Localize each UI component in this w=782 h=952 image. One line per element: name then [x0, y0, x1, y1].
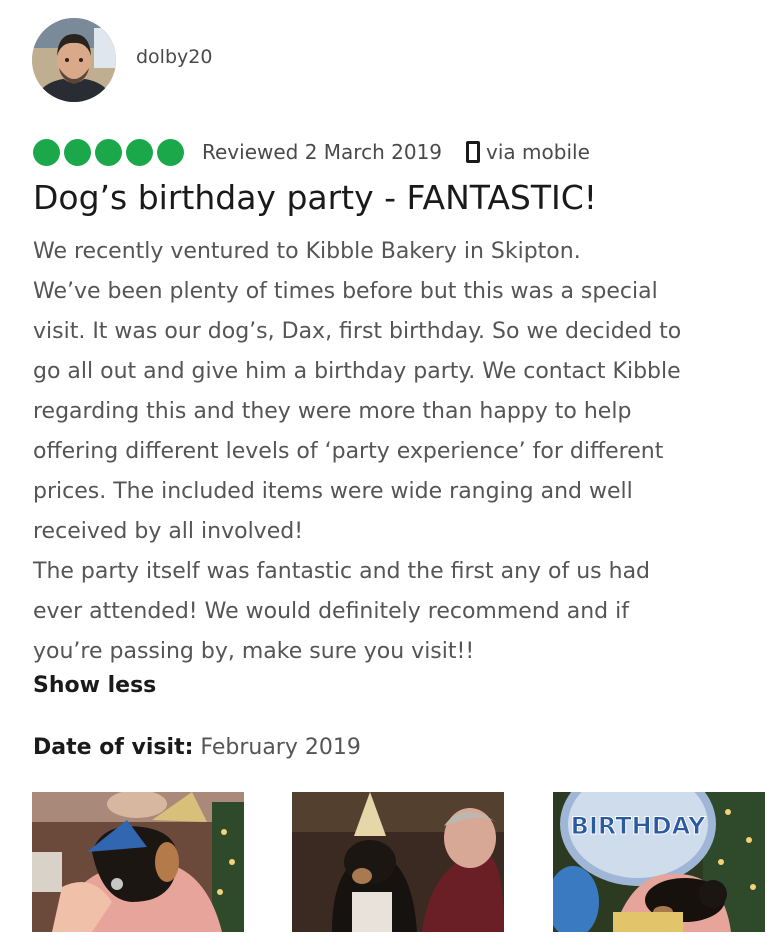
review-body-line: visit. It was our dog’s, Dax, first birt… [33, 319, 682, 344]
rating-bubble-icon [126, 138, 153, 166]
avatar[interactable] [32, 18, 116, 102]
review-body: We recently ventured to Kibble Bakery in… [33, 232, 781, 672]
review-body-line: We’ve been plenty of times before but th… [33, 279, 658, 304]
review-body-line: We recently ventured to Kibble Bakery in… [33, 239, 581, 264]
review-card: dolby20 Reviewed 2 March 2019 via mobile… [0, 0, 782, 952]
mobile-phone-icon [466, 141, 481, 163]
rating-bubble-icon [64, 138, 91, 166]
date-of-visit-label: Date of visit: [33, 735, 194, 760]
photo-dog-birthday-balloon[interactable]: BIRTHDAY [553, 792, 765, 932]
rating-row: Reviewed 2 March 2019 via mobile [33, 136, 590, 168]
review-body-line: offering different levels of ‘party expe… [33, 439, 664, 464]
photo-dog-held-party-hat[interactable] [32, 792, 244, 932]
review-body-line: go all out and give him a birthday party… [33, 359, 681, 384]
rating-bubble-icon [157, 138, 184, 166]
review-body-line: prices. The included items were wide ran… [33, 479, 633, 504]
rating-bubbles [33, 138, 184, 166]
review-body-line: regarding this and they were more than h… [33, 399, 632, 424]
review-body-line: received by all involved! [33, 519, 304, 544]
balloon-text: BIRTHDAY [571, 812, 706, 840]
photo-dog-party-hat-with-man[interactable] [292, 792, 504, 932]
review-date: Reviewed 2 March 2019 [202, 140, 443, 164]
date-of-visit-value: February 2019 [200, 735, 361, 760]
review-title[interactable]: Dog’s birthday party - FANTASTIC! [33, 178, 597, 217]
rating-bubble-icon [33, 138, 60, 166]
date-of-visit: Date of visit: February 2019 [33, 735, 361, 760]
reviewer-username[interactable]: dolby20 [136, 46, 212, 68]
review-body-line: ever attended! We would definitely recom… [33, 599, 629, 624]
review-body-line: you’re passing by, make sure you visit!! [33, 639, 475, 664]
rating-bubble-icon [95, 138, 122, 166]
via-mobile-label: via mobile [486, 140, 590, 164]
review-body-line: The party itself was fantastic and the f… [33, 559, 651, 584]
show-less-button[interactable]: Show less [33, 673, 156, 698]
